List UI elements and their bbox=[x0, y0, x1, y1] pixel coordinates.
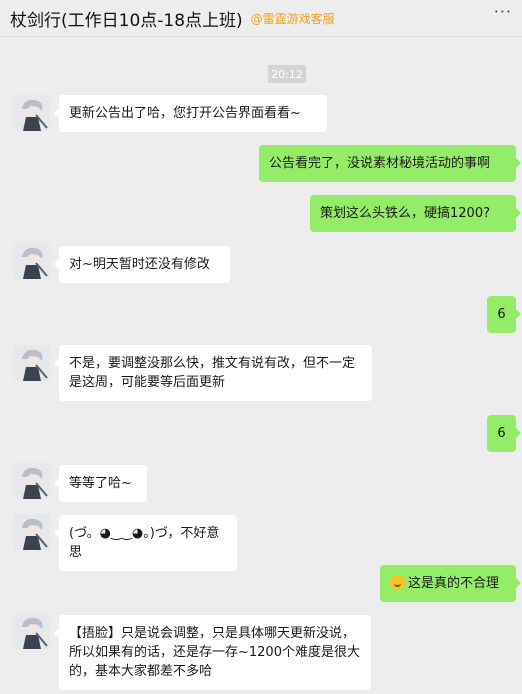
message-bubble-incoming[interactable]: 【捂脸】只是说会调整，只是具体哪天更新没说，所以如果有的话，还是存一存~1200… bbox=[54, 615, 371, 690]
message-bubble-incoming[interactable]: (づ。◕‿‿◕。)づ，不好意思 bbox=[54, 515, 237, 571]
avatar[interactable] bbox=[14, 613, 50, 649]
message-bubble-outgoing[interactable]: 这是真的不合理 bbox=[380, 565, 521, 602]
message-bubble-outgoing[interactable]: 公告看完了，没说素材秘境活动的事啊 bbox=[259, 145, 521, 182]
message-bubble-incoming[interactable]: 不是，要调整没那么快，推文有说有改，但不一定是这周，可能要等后面更新 bbox=[54, 345, 372, 401]
message-timestamp: 20:12 bbox=[268, 65, 306, 83]
message-bubble-incoming[interactable]: 更新公告出了哈，您打开公告界面看看~ bbox=[54, 95, 327, 132]
header-divider bbox=[0, 36, 522, 37]
more-icon[interactable]: ··· bbox=[494, 2, 512, 21]
avatar[interactable] bbox=[14, 514, 50, 550]
message-bubble-incoming[interactable]: 等等了哈~ bbox=[54, 465, 147, 502]
chat-title: 杖剑行(工作日10点-18点上班) bbox=[10, 10, 243, 31]
message-bubble-outgoing[interactable]: 6 bbox=[487, 296, 521, 333]
avatar[interactable] bbox=[14, 345, 50, 381]
avatar[interactable] bbox=[14, 243, 50, 279]
message-bubble-outgoing[interactable]: 6 bbox=[487, 415, 521, 452]
avatar[interactable] bbox=[14, 463, 50, 499]
message-bubble-outgoing[interactable]: 策划这么头铁么，硬搞1200? bbox=[310, 195, 521, 232]
laughing-crying-emoji bbox=[390, 575, 405, 590]
chat-tag[interactable]: @雷霆游戏客服 bbox=[251, 10, 335, 27]
chat-header: 杖剑行(工作日10点-18点上班) @雷霆游戏客服 ··· bbox=[0, 0, 522, 36]
message-text: 这是真的不合理 bbox=[408, 576, 500, 591]
message-bubble-incoming[interactable]: 对~明天暂时还没有修改 bbox=[54, 246, 230, 283]
avatar[interactable] bbox=[14, 95, 50, 131]
